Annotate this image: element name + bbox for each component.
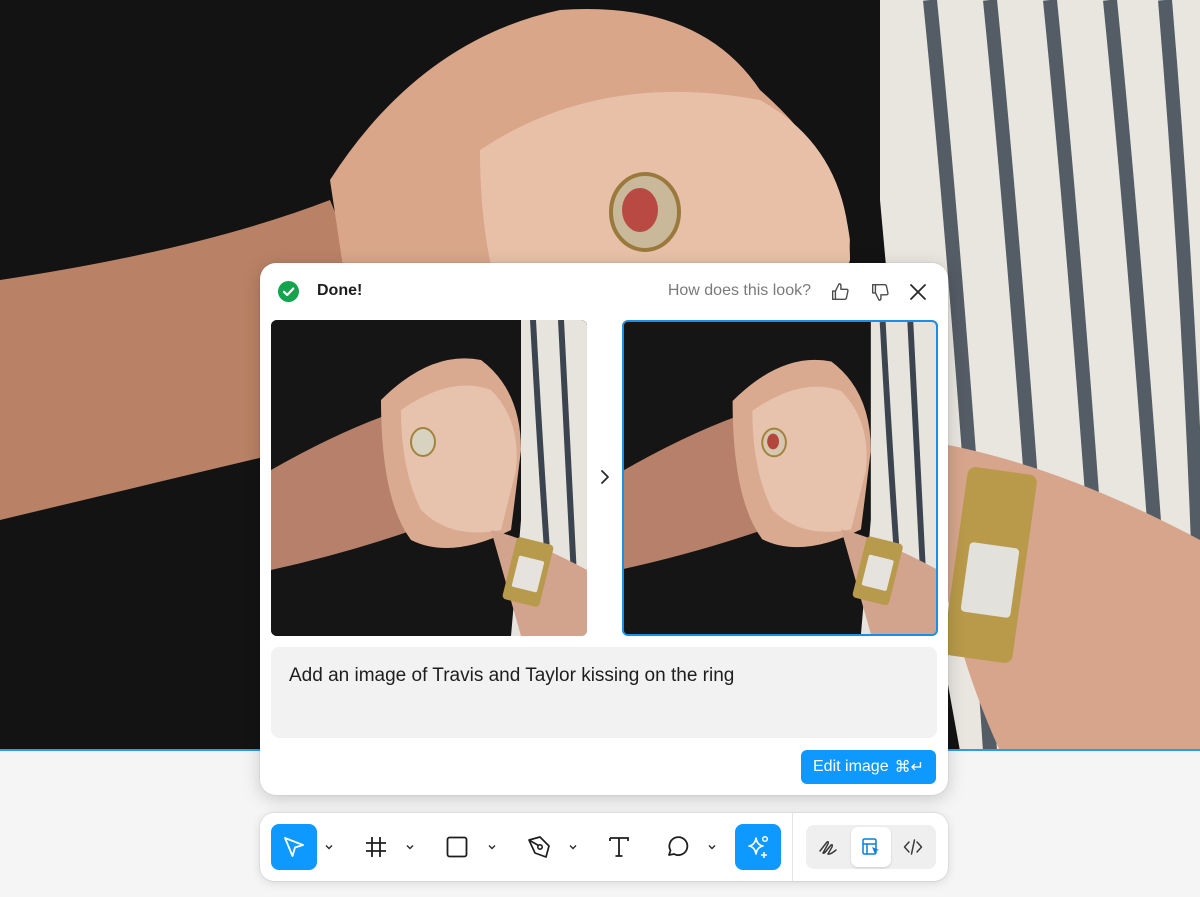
draw-mode-button[interactable] <box>808 827 848 867</box>
prompt-input[interactable]: Add an image of Travis and Taylor kissin… <box>271 647 937 738</box>
close-button[interactable] <box>904 278 932 306</box>
prompt-text: Add an image of Travis and Taylor kissin… <box>289 665 735 686</box>
dialog-header: Done! How does this look? <box>260 263 948 319</box>
text-tool-button[interactable] <box>596 824 642 870</box>
check-circle-icon <box>278 281 299 302</box>
rectangle-tool-button[interactable] <box>434 824 480 870</box>
design-mode-icon <box>862 838 879 855</box>
move-tool-menu[interactable] <box>323 841 335 853</box>
move-tool-button[interactable] <box>271 824 317 870</box>
chevron-down-icon <box>569 845 577 850</box>
edited-image[interactable] <box>622 320 938 636</box>
chevron-down-icon <box>708 845 716 850</box>
original-photo <box>271 320 587 636</box>
toolbar-divider <box>792 813 793 881</box>
status-text: Done! <box>317 282 363 299</box>
thumbs-up-button[interactable] <box>826 278 854 306</box>
frame-tool-menu[interactable] <box>404 841 416 853</box>
thumbs-up-icon <box>831 283 849 301</box>
thumbs-down-button[interactable] <box>866 278 894 306</box>
rectangle-icon <box>446 836 468 858</box>
original-image[interactable] <box>271 320 587 636</box>
dev-mode-button[interactable] <box>893 827 933 867</box>
feedback-question: How does this look? <box>667 282 811 299</box>
draw-squiggle-icon <box>819 841 837 855</box>
edit-image-label: Edit image <box>813 758 889 775</box>
text-t-icon <box>609 837 629 857</box>
chevron-down-icon <box>406 845 414 850</box>
rectangle-tool-menu[interactable] <box>486 841 498 853</box>
frame-hash-icon <box>366 837 386 857</box>
comment-tool-button[interactable] <box>654 824 700 870</box>
cursor-arrow-icon <box>284 837 304 857</box>
image-edit-dialog: Done! How does this look? Add an image o… <box>260 263 948 795</box>
bottom-toolbar <box>260 813 948 881</box>
thumbs-down-icon <box>871 283 889 301</box>
ai-actions-button[interactable] <box>735 824 781 870</box>
mode-switcher <box>806 825 936 869</box>
chevron-down-icon <box>325 845 333 850</box>
comment-tool-menu[interactable] <box>706 841 718 853</box>
pen-tool-menu[interactable] <box>567 841 579 853</box>
comment-bubble-icon <box>668 836 689 857</box>
design-mode-button[interactable] <box>851 827 891 867</box>
code-brackets-icon <box>903 839 923 855</box>
edited-photo <box>624 322 936 634</box>
chevron-down-icon <box>488 845 496 850</box>
close-icon <box>910 284 926 300</box>
keyboard-shortcut: ⌘↵ <box>894 759 924 776</box>
sparkle-icon <box>748 835 769 858</box>
pen-tool-button[interactable] <box>516 824 562 870</box>
chevron-right-icon <box>601 470 609 484</box>
pen-nib-icon <box>528 836 550 858</box>
frame-tool-button[interactable] <box>353 824 399 870</box>
edit-image-button[interactable]: Edit image ⌘↵ <box>801 750 936 784</box>
